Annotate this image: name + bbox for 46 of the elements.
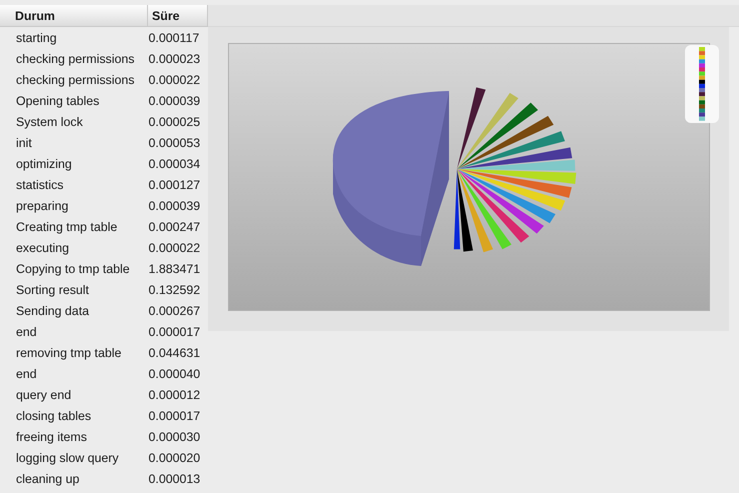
column-header[interactable]: Durum [0,5,148,26]
table-cell-text: 0.000023 [148,50,202,68]
table-cell-text: Sending data [15,302,90,320]
table-cell-text: System lock [15,114,84,131]
table-cell: starting [0,26,148,48]
table-cell-text: 0.000247 [148,218,202,236]
column-header[interactable]: Süre [148,5,208,26]
table-cell-text: freeing items [15,428,88,446]
table-cell-text: optimizing [15,156,73,173]
table-cell-text: 0.132592 [148,282,202,298]
table-cell-text: statistics [15,176,65,194]
table-cell-text: executing [15,240,70,257]
table-cell-text: 0.000039 [148,92,202,110]
table-cell-text: logging slow query [15,450,120,467]
table-cell-text: 0.000039 [148,198,202,214]
table-cell-text: 0.000025 [148,114,202,130]
table-cell-text: 0.000012 [148,386,202,404]
table-cell-text: 1.883471 [148,260,202,278]
table-cell-text: 0.000022 [148,240,202,256]
table-cell-text: cleaning up [15,470,80,488]
table-cell-text: 0.000020 [148,450,202,466]
table-cell-text: query end [15,386,72,404]
table-cell-text: end [15,366,38,382]
table-cell-text: Opening tables [15,92,100,110]
table-cell-text: Creating tmp table [15,218,118,236]
table-cell-text: end [15,324,38,340]
table-cell-text: 0.000022 [148,72,202,88]
table-cell-text: 0.000017 [148,324,202,340]
table-cell-text: checking permissions [15,72,136,89]
table-cell-text: 0.000267 [148,302,202,320]
table-cell-text: 0.000127 [148,176,202,194]
table-cell-text: 0.000017 [148,408,202,424]
table-cell-text: Copying to tmp table [15,260,131,278]
table-cell-text: preparing [15,198,70,215]
table-cell-text: checking permissions [15,50,136,68]
table-cell-text: 0.000013 [148,470,202,488]
table-cell: 0.000117 [148,26,208,48]
table-cell-text: 0.044631 [148,344,202,362]
table-cell-text: 0.000034 [148,156,202,172]
table-cell-text: 0.000053 [148,134,202,152]
table-cell-text: closing tables [15,408,92,425]
table-cell-text: Sorting result [15,282,90,299]
table-cell-text: 0.000030 [148,428,202,446]
table-cell-text: 0.000040 [148,366,202,382]
table-cell-text: removing tmp table [15,344,122,362]
table-cell-text: init [15,134,33,152]
